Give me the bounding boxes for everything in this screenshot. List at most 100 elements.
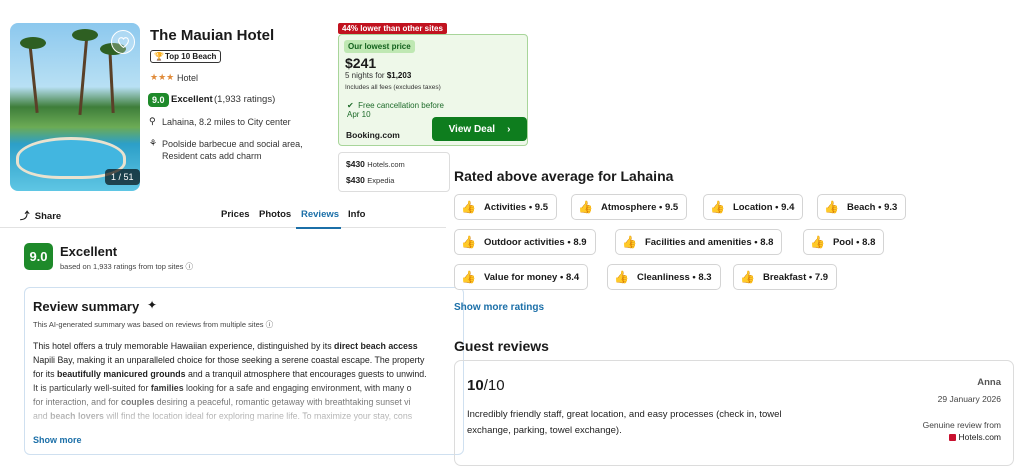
show-more-link[interactable]: Show more: [33, 435, 82, 445]
thumbs-up-icon: 👍: [740, 270, 755, 284]
nights-total: $1,203: [386, 71, 412, 80]
hotel-type: Hotel: [177, 73, 199, 83]
rating-chip-label: Beach • 9.3: [846, 201, 898, 213]
rating-chip-breakfast[interactable]: 👍 Breakfast • 7.9: [733, 264, 838, 290]
thumbs-up-icon: 👍: [614, 270, 629, 284]
view-deal-button[interactable]: View Deal ›: [432, 117, 527, 141]
discount-badge: 44% lower than other sites: [338, 23, 447, 34]
review-card: 10/10 Incredibly friendly staff, great l…: [454, 360, 1014, 466]
summary-fade: [25, 383, 463, 428]
nights-prefix: 5 nights for: [345, 71, 387, 80]
location-text: Lahaina, 8.2 miles to City center: [162, 117, 291, 127]
amenity-icon: ⚘: [149, 138, 158, 148]
share-icon: ⤴: [20, 211, 30, 222]
lowest-price-label: Our lowest price: [344, 40, 415, 53]
thumbs-up-icon: 👍: [461, 235, 476, 249]
rating-chip-activities[interactable]: 👍 Activities • 9.5: [454, 194, 558, 220]
summary-subtitle: This AI-generated summary was based on r…: [33, 319, 273, 330]
rating-chip-location[interactable]: 👍 Location • 9.4: [703, 194, 804, 220]
rating-chip-atmosphere[interactable]: 👍 Atmosphere • 9.5: [571, 194, 688, 220]
rating-chip-pool[interactable]: 👍 Pool • 8.8: [803, 229, 885, 255]
hotels-com-logo-icon: [949, 433, 957, 441]
ratings-panel: Rated above average for Lahaina 👍 Activit…: [448, 160, 1026, 466]
alt-price-row[interactable]: $430 Expedia: [346, 175, 394, 185]
alt-price-row[interactable]: $430 Hotels.com: [346, 159, 405, 169]
tab-prices[interactable]: Prices: [221, 209, 250, 220]
rating-chip-facilities[interactable]: 👍 Facilities and amenities • 8.8: [615, 229, 783, 255]
tab-photos[interactable]: Photos: [259, 209, 291, 220]
location-pin-icon: ⚲: [149, 116, 156, 126]
rating-chip-label: Facilities and amenities • 8.8: [644, 236, 774, 248]
overall-rating-word: Excellent: [60, 244, 118, 259]
review-score-value: 10: [467, 377, 484, 394]
review-source[interactable]: Hotels.com: [949, 432, 1001, 442]
show-more-ratings-link[interactable]: Show more ratings: [454, 302, 544, 313]
thumbs-up-icon: 👍: [578, 200, 593, 214]
reviewer-name: Anna: [977, 377, 1001, 388]
alt-site: Expedia: [367, 176, 395, 185]
favorite-heart-icon[interactable]: [111, 30, 135, 54]
review-source-label: Hotels.com: [958, 432, 1001, 442]
tab-reviews[interactable]: Reviews: [301, 209, 339, 220]
rating-chip-value[interactable]: 👍 Value for money • 8.4: [454, 264, 589, 290]
rating-chip-label: Cleanliness • 8.3: [636, 271, 712, 283]
fees-note: Includes all fees (excludes taxes): [345, 84, 441, 91]
alt-site: Hotels.com: [367, 160, 405, 169]
top-badge-label: Top 10 Beach: [165, 52, 217, 61]
thumbs-up-icon: 👍: [461, 270, 476, 284]
rating-word: Excellent: [171, 94, 213, 105]
rated-above-average-title: Rated above average for Lahaina: [454, 168, 674, 184]
free-cancellation: ✔ Free cancellation before Apr 10: [347, 101, 448, 119]
review-summary: Review summary ✦ This AI-generated summa…: [24, 287, 464, 455]
tab-info[interactable]: Info: [348, 209, 365, 220]
rating-chip-label: Pool • 8.8: [832, 236, 876, 248]
deal-price: $241: [345, 55, 377, 71]
thumbs-up-icon: 👍: [461, 200, 476, 214]
rating-chip-beach[interactable]: 👍 Beach • 9.3: [817, 194, 907, 220]
score-badge: 9.0: [148, 93, 169, 107]
rating-chip-label: Value for money • 8.4: [483, 271, 580, 283]
thumbs-up-icon: 👍: [824, 200, 839, 214]
alternative-prices: [338, 152, 450, 192]
info-icon[interactable]: ⓘ: [186, 262, 194, 271]
rating-chip-label: Atmosphere • 9.5: [600, 201, 679, 213]
photo-counter: 1 / 51: [105, 169, 140, 185]
guest-reviews-title: Guest reviews: [454, 338, 549, 354]
top-badge: 🏆 Top 10 Beach: [150, 50, 222, 63]
deal-provider: Booking.com: [346, 130, 400, 140]
overall-score-badge: 9.0: [24, 243, 53, 270]
summary-title: Review summary: [33, 299, 140, 314]
rating-chip-outdoor-activities[interactable]: 👍 Outdoor activities • 8.9: [454, 229, 596, 255]
genuine-review-label: Genuine review from: [922, 420, 1001, 430]
alt-price: $430: [346, 159, 365, 169]
share-button[interactable]: ⤴ Share: [20, 208, 61, 222]
rating-chip-cleanliness[interactable]: 👍 Cleanliness • 8.3: [607, 264, 721, 290]
ratings-basis-text: based on 1,933 ratings from top sites: [60, 262, 184, 271]
rating-chip-label: Location • 9.4: [732, 201, 795, 213]
cancellation-text: Free cancellation before Apr 10: [347, 101, 444, 119]
amenities-text: Poolside barbecue and social area, Resid…: [162, 139, 303, 161]
review-text: Incredibly friendly staff, great locatio…: [467, 409, 782, 436]
ratings-basis: based on 1,933 ratings from top sites ⓘ: [60, 261, 193, 272]
thumbs-up-icon: 👍: [710, 200, 725, 214]
info-icon[interactable]: ⓘ: [266, 320, 274, 329]
star-rating: ★★★: [150, 72, 175, 82]
hotel-name[interactable]: The Mauian Hotel: [150, 27, 274, 44]
thumbs-up-icon: 👍: [622, 235, 637, 249]
rating-chip-label: Activities • 9.5: [483, 201, 549, 213]
view-deal-label: View Deal: [448, 123, 496, 135]
rating-count: (1,933 ratings): [214, 94, 276, 105]
thumbs-up-icon: 👍: [810, 235, 825, 249]
alt-price: $430: [346, 175, 365, 185]
trophy-icon: 🏆: [154, 52, 164, 61]
review-score-max: /10: [483, 377, 505, 394]
review-score: 10/10: [467, 377, 505, 394]
share-label: Share: [34, 211, 62, 222]
review-date: 29 January 2026: [937, 394, 1001, 404]
chevron-right-icon: ›: [507, 123, 511, 135]
hotel-listing: 1 / 51 The Mauian Hotel 🏆 Top 10 Beach ★…: [0, 0, 528, 466]
nights-summary: 5 nights for $1,203: [345, 71, 411, 80]
summary-subtitle-text: This AI-generated summary was based on r…: [33, 320, 264, 329]
active-tab-indicator: [296, 227, 341, 229]
check-icon: ✔: [347, 101, 354, 110]
